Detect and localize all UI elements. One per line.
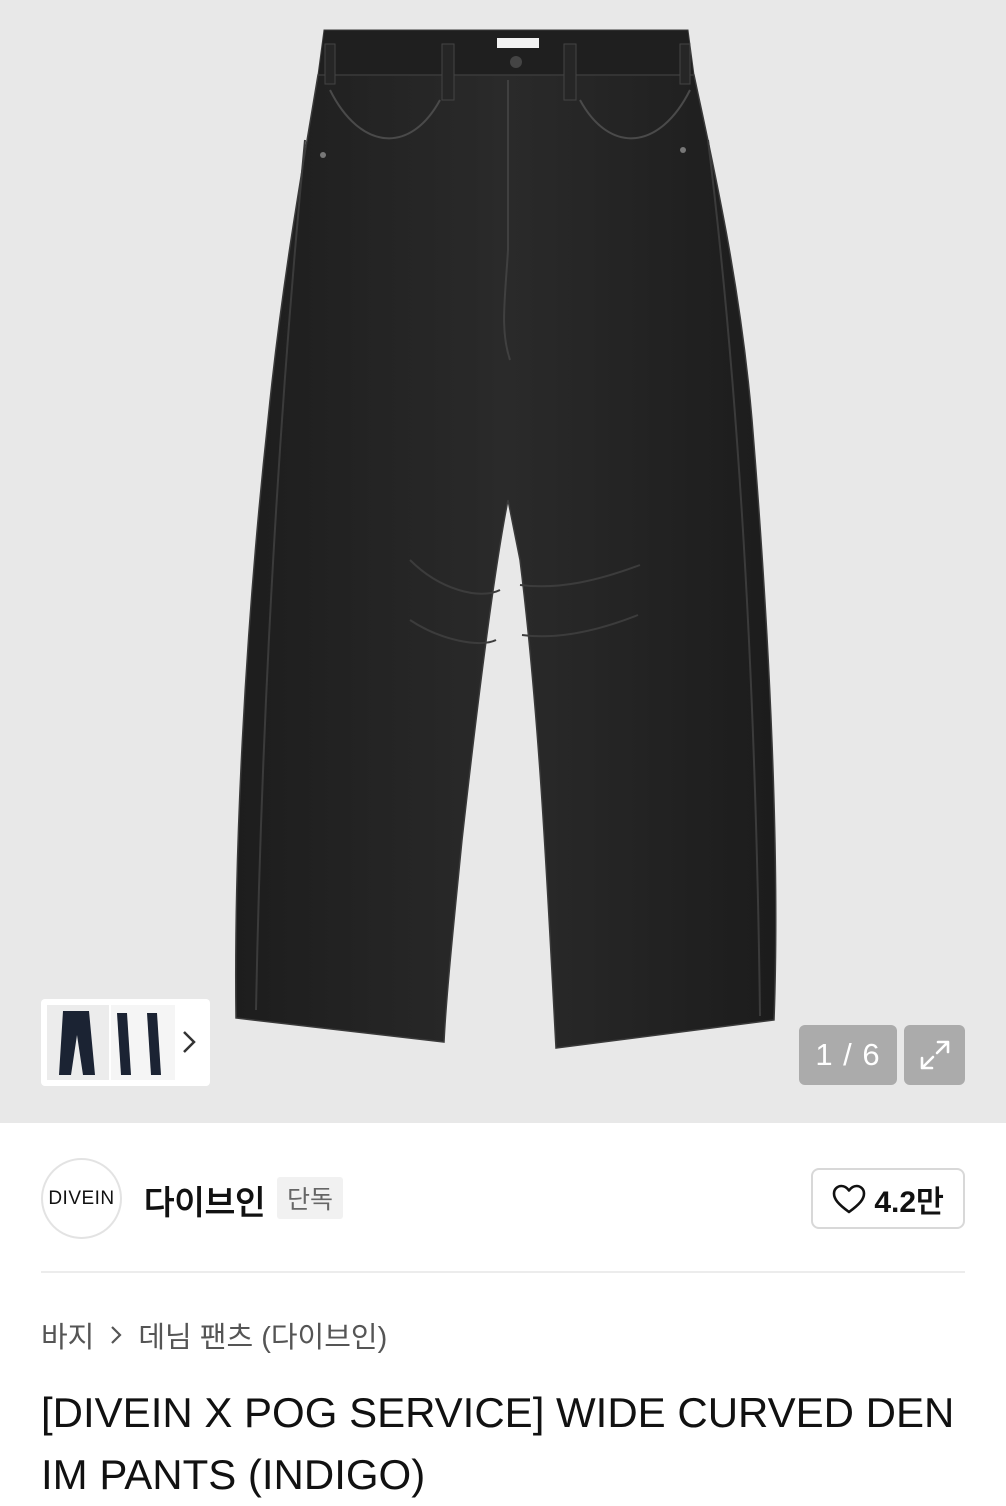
product-photo xyxy=(235,29,777,1049)
breadcrumb-item-denim-pants[interactable]: 데님 팬츠 (다이브인) xyxy=(138,1314,387,1356)
heart-icon xyxy=(833,1184,866,1213)
expand-button[interactable] xyxy=(904,1025,965,1085)
exclusive-badge: 단독 xyxy=(277,1177,344,1219)
brand-logo[interactable]: DIVEIN xyxy=(41,1158,122,1239)
thumbnail-images[interactable] xyxy=(47,1005,175,1080)
like-count: 4.2만 xyxy=(874,1185,944,1219)
product-title: [DIVEIN X POG SERVICE] WIDE CURVED DENIM… xyxy=(41,1389,955,1498)
product-image-gallery[interactable]: 1 / 6 xyxy=(0,0,1006,1123)
brand-row: DIVEIN 다이브인 단독 4.2만 xyxy=(41,1158,965,1239)
page-indicator: 1 / 6 xyxy=(799,1025,897,1085)
divider xyxy=(41,1271,965,1273)
brand-name[interactable]: 다이브인 xyxy=(144,1176,265,1224)
thumbnail-strip[interactable] xyxy=(41,999,210,1086)
expand-icon xyxy=(920,1040,949,1070)
like-button[interactable]: 4.2만 xyxy=(811,1168,965,1229)
breadcrumb-item-pants[interactable]: 바지 xyxy=(41,1314,94,1356)
breadcrumb: 바지 데님 팬츠 (다이브인) xyxy=(41,1315,387,1355)
chevron-right-icon xyxy=(106,1323,126,1347)
chevron-right-icon[interactable] xyxy=(178,1026,200,1058)
